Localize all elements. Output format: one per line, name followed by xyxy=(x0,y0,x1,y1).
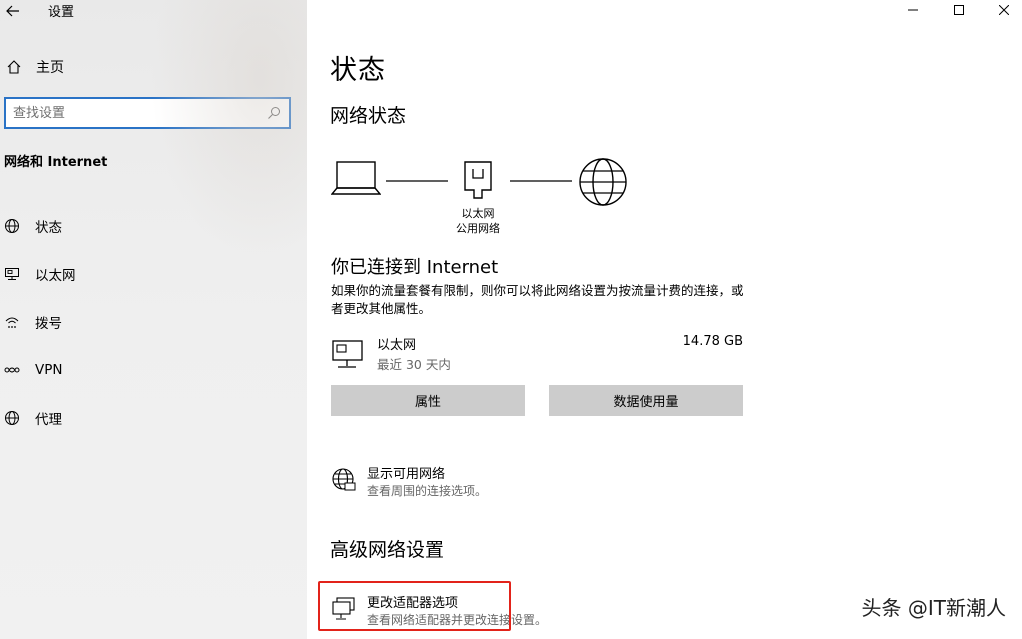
sidebar-item-status[interactable]: 状态 xyxy=(0,202,307,250)
usage-period: 最近 30 天内 xyxy=(377,357,451,372)
connection-line xyxy=(386,180,448,182)
ethernet-icon xyxy=(1,263,23,285)
laptop-icon xyxy=(331,161,381,195)
sidebar-item-vpn[interactable]: VPN xyxy=(0,346,307,394)
globe-icon xyxy=(579,158,627,206)
show-available-networks-link[interactable]: 显示可用网络 查看周围的连接选项。 xyxy=(331,463,731,503)
close-icon xyxy=(999,5,1009,15)
sidebar: 设置 主页 网络和 Internet xyxy=(0,0,307,639)
home-icon xyxy=(2,55,26,79)
sidebar-item-proxy[interactable]: 代理 xyxy=(0,394,307,442)
search-box xyxy=(4,97,291,129)
properties-button[interactable]: 属性 xyxy=(331,385,525,416)
data-usage-button[interactable]: 数据使用量 xyxy=(549,385,743,416)
sidebar-nav: 状态 以太网 拨号 VPN 代理 xyxy=(0,202,307,442)
ethernet-usage-row: 以太网 最近 30 天内 14.78 GB xyxy=(331,333,743,375)
sidebar-item-home[interactable]: 主页 xyxy=(0,52,307,82)
adapter-name: 以太网 xyxy=(461,207,495,220)
section-title: 网络和 Internet xyxy=(4,155,108,170)
network-adapter-icon xyxy=(332,597,355,620)
ethernet-icon xyxy=(332,340,363,368)
sidebar-item-label: 主页 xyxy=(36,60,64,76)
sidebar-item-ethernet[interactable]: 以太网 xyxy=(0,250,307,298)
link-title: 更改适配器选项 xyxy=(367,596,459,611)
dialup-icon xyxy=(1,311,23,333)
connection-description: 如果你的流量套餐有限制，则你可以将此网络设置为按流量计费的连接，或者更改其他属性… xyxy=(331,283,744,316)
maximize-icon xyxy=(954,5,964,15)
sidebar-item-dialup[interactable]: 拨号 xyxy=(0,298,307,346)
link-title: 显示可用网络 xyxy=(367,467,446,482)
network-diagram: 以太网 公用网络 xyxy=(331,155,631,240)
network-status-heading: 网络状态 xyxy=(330,105,407,127)
back-button[interactable] xyxy=(0,0,26,22)
connection-line xyxy=(510,180,572,182)
data-usage-value: 14.78 GB xyxy=(682,334,743,349)
back-arrow-icon xyxy=(6,5,19,17)
link-subtitle: 查看网络适配器并更改连接设置。 xyxy=(367,613,548,627)
ethernet-port-icon xyxy=(464,161,492,199)
sidebar-item-label: 状态 xyxy=(35,220,62,236)
search-input[interactable] xyxy=(6,99,263,127)
app-title: 设置 xyxy=(48,5,75,20)
globe-icon xyxy=(1,215,23,237)
minimize-icon xyxy=(908,9,918,11)
network-name: 公用网络 xyxy=(456,222,500,235)
minimize-button[interactable] xyxy=(890,0,936,20)
ethernet-name: 以太网 xyxy=(377,338,417,353)
connection-title: 你已连接到 Internet xyxy=(331,257,499,278)
globe-network-icon xyxy=(332,468,356,491)
sidebar-item-label: 以太网 xyxy=(35,268,76,284)
page-title: 状态 xyxy=(330,55,386,86)
maximize-button[interactable] xyxy=(936,0,982,20)
advanced-settings-heading: 高级网络设置 xyxy=(330,539,445,561)
main-content: 状态 网络状态 以太网 公用网络 你已连接到 Internet 如果你的流量套餐… xyxy=(307,0,1022,639)
search-icon[interactable] xyxy=(263,102,285,124)
globe-icon xyxy=(1,407,23,429)
watermark: 头条 @IT新潮人 xyxy=(861,596,1006,620)
link-subtitle: 查看周围的连接选项。 xyxy=(367,484,488,498)
vpn-icon xyxy=(1,359,23,381)
change-adapter-options-link[interactable]: 更改适配器选项 查看网络适配器并更改连接设置。 xyxy=(331,592,731,632)
sidebar-item-label: 代理 xyxy=(35,412,62,428)
sidebar-item-label: VPN xyxy=(35,362,63,378)
sidebar-item-label: 拨号 xyxy=(35,316,62,332)
close-button[interactable] xyxy=(981,0,1022,20)
diagram-label: 以太网 公用网络 xyxy=(438,206,518,236)
